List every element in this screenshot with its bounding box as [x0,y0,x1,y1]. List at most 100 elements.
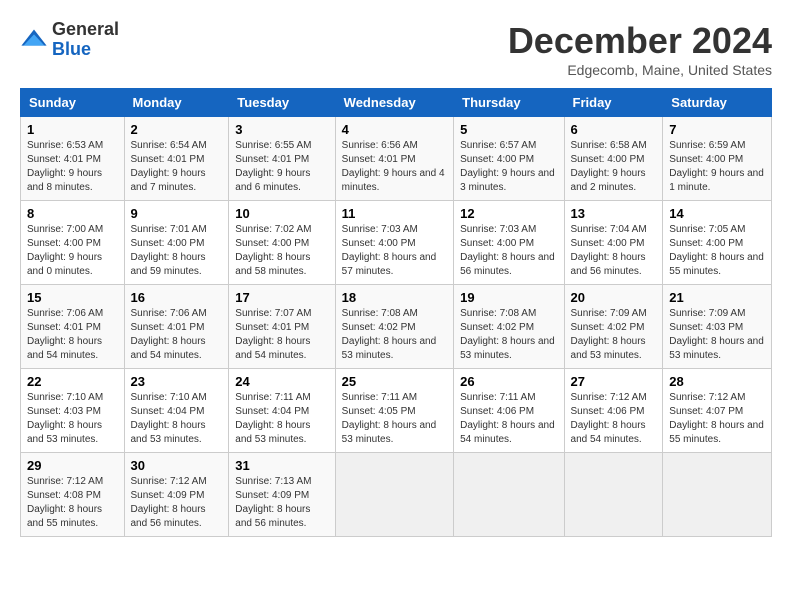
day-number: 30 [131,458,223,473]
day-cell: 15 Sunrise: 7:06 AMSunset: 4:01 PMDaylig… [21,285,125,369]
day-number: 29 [27,458,118,473]
logo-line2: Blue [52,40,119,60]
day-cell: 2 Sunrise: 6:54 AMSunset: 4:01 PMDayligh… [124,117,229,201]
day-info: Sunrise: 7:11 AMSunset: 4:04 PMDaylight:… [235,392,310,445]
day-cell: 18 Sunrise: 7:08 AMSunset: 4:02 PMDaylig… [335,285,453,369]
week-row-1: 1 Sunrise: 6:53 AMSunset: 4:01 PMDayligh… [21,117,772,201]
day-number: 10 [235,206,328,221]
day-number: 17 [235,290,328,305]
day-cell: 8 Sunrise: 7:00 AMSunset: 4:00 PMDayligh… [21,201,125,285]
day-info: Sunrise: 6:54 AMSunset: 4:01 PMDaylight:… [131,140,207,193]
day-cell: 28 Sunrise: 7:12 AMSunset: 4:07 PMDaylig… [663,369,772,453]
day-cell: 26 Sunrise: 7:11 AMSunset: 4:06 PMDaylig… [454,369,564,453]
day-info: Sunrise: 7:00 AMSunset: 4:00 PMDaylight:… [27,224,103,277]
day-cell: 13 Sunrise: 7:04 AMSunset: 4:00 PMDaylig… [564,201,663,285]
day-info: Sunrise: 7:11 AMSunset: 4:05 PMDaylight:… [342,392,437,445]
day-cell: 19 Sunrise: 7:08 AMSunset: 4:02 PMDaylig… [454,285,564,369]
calendar-table: SundayMondayTuesdayWednesdayThursdayFrid… [20,88,772,537]
day-cell: 30 Sunrise: 7:12 AMSunset: 4:09 PMDaylig… [124,453,229,537]
day-number: 23 [131,374,223,389]
header-friday: Friday [564,89,663,117]
calendar-header-row: SundayMondayTuesdayWednesdayThursdayFrid… [21,89,772,117]
day-cell: 1 Sunrise: 6:53 AMSunset: 4:01 PMDayligh… [21,117,125,201]
day-number: 26 [460,374,557,389]
day-number: 6 [571,122,657,137]
day-info: Sunrise: 7:03 AMSunset: 4:00 PMDaylight:… [460,224,555,277]
day-number: 12 [460,206,557,221]
day-cell: 24 Sunrise: 7:11 AMSunset: 4:04 PMDaylig… [229,369,335,453]
day-number: 22 [27,374,118,389]
header: General Blue December 2024 Edgecomb, Mai… [20,20,772,78]
day-number: 1 [27,122,118,137]
week-row-5: 29 Sunrise: 7:12 AMSunset: 4:08 PMDaylig… [21,453,772,537]
day-cell: 16 Sunrise: 7:06 AMSunset: 4:01 PMDaylig… [124,285,229,369]
day-number: 19 [460,290,557,305]
logo-line1: General [52,20,119,40]
day-cell: 3 Sunrise: 6:55 AMSunset: 4:01 PMDayligh… [229,117,335,201]
day-cell: 9 Sunrise: 7:01 AMSunset: 4:00 PMDayligh… [124,201,229,285]
day-info: Sunrise: 7:09 AMSunset: 4:02 PMDaylight:… [571,308,647,361]
day-info: Sunrise: 7:04 AMSunset: 4:00 PMDaylight:… [571,224,647,277]
day-number: 3 [235,122,328,137]
day-info: Sunrise: 7:02 AMSunset: 4:00 PMDaylight:… [235,224,311,277]
day-cell [564,453,663,537]
day-cell: 6 Sunrise: 6:58 AMSunset: 4:00 PMDayligh… [564,117,663,201]
day-cell: 21 Sunrise: 7:09 AMSunset: 4:03 PMDaylig… [663,285,772,369]
day-cell: 23 Sunrise: 7:10 AMSunset: 4:04 PMDaylig… [124,369,229,453]
day-info: Sunrise: 6:58 AMSunset: 4:00 PMDaylight:… [571,140,647,193]
day-number: 14 [669,206,765,221]
day-cell: 22 Sunrise: 7:10 AMSunset: 4:03 PMDaylig… [21,369,125,453]
day-number: 24 [235,374,328,389]
day-cell: 14 Sunrise: 7:05 AMSunset: 4:00 PMDaylig… [663,201,772,285]
day-number: 20 [571,290,657,305]
day-number: 7 [669,122,765,137]
day-info: Sunrise: 7:07 AMSunset: 4:01 PMDaylight:… [235,308,311,361]
week-row-2: 8 Sunrise: 7:00 AMSunset: 4:00 PMDayligh… [21,201,772,285]
day-cell: 27 Sunrise: 7:12 AMSunset: 4:06 PMDaylig… [564,369,663,453]
day-cell: 7 Sunrise: 6:59 AMSunset: 4:00 PMDayligh… [663,117,772,201]
day-info: Sunrise: 7:12 AMSunset: 4:09 PMDaylight:… [131,476,207,529]
day-info: Sunrise: 7:12 AMSunset: 4:07 PMDaylight:… [669,392,764,445]
day-number: 9 [131,206,223,221]
day-number: 4 [342,122,447,137]
day-info: Sunrise: 6:55 AMSunset: 4:01 PMDaylight:… [235,140,311,193]
day-cell: 20 Sunrise: 7:09 AMSunset: 4:02 PMDaylig… [564,285,663,369]
day-cell: 10 Sunrise: 7:02 AMSunset: 4:00 PMDaylig… [229,201,335,285]
day-number: 11 [342,206,447,221]
day-number: 18 [342,290,447,305]
header-wednesday: Wednesday [335,89,453,117]
week-row-4: 22 Sunrise: 7:10 AMSunset: 4:03 PMDaylig… [21,369,772,453]
day-info: Sunrise: 6:57 AMSunset: 4:00 PMDaylight:… [460,140,555,193]
day-cell: 25 Sunrise: 7:11 AMSunset: 4:05 PMDaylig… [335,369,453,453]
header-thursday: Thursday [454,89,564,117]
day-info: Sunrise: 7:01 AMSunset: 4:00 PMDaylight:… [131,224,207,277]
logo: General Blue [20,20,119,60]
day-number: 27 [571,374,657,389]
day-cell: 31 Sunrise: 7:13 AMSunset: 4:09 PMDaylig… [229,453,335,537]
day-info: Sunrise: 7:10 AMSunset: 4:03 PMDaylight:… [27,392,103,445]
day-cell [454,453,564,537]
title-area: December 2024 Edgecomb, Maine, United St… [508,20,772,78]
day-cell: 4 Sunrise: 6:56 AMSunset: 4:01 PMDayligh… [335,117,453,201]
day-info: Sunrise: 7:11 AMSunset: 4:06 PMDaylight:… [460,392,555,445]
header-sunday: Sunday [21,89,125,117]
calendar-subtitle: Edgecomb, Maine, United States [508,62,772,78]
day-info: Sunrise: 7:12 AMSunset: 4:06 PMDaylight:… [571,392,647,445]
day-info: Sunrise: 6:53 AMSunset: 4:01 PMDaylight:… [27,140,103,193]
day-number: 13 [571,206,657,221]
day-info: Sunrise: 7:06 AMSunset: 4:01 PMDaylight:… [131,308,207,361]
day-info: Sunrise: 7:09 AMSunset: 4:03 PMDaylight:… [669,308,764,361]
day-number: 16 [131,290,223,305]
day-number: 2 [131,122,223,137]
day-info: Sunrise: 7:10 AMSunset: 4:04 PMDaylight:… [131,392,207,445]
day-cell: 29 Sunrise: 7:12 AMSunset: 4:08 PMDaylig… [21,453,125,537]
day-info: Sunrise: 7:12 AMSunset: 4:08 PMDaylight:… [27,476,103,529]
day-number: 28 [669,374,765,389]
day-number: 25 [342,374,447,389]
day-number: 21 [669,290,765,305]
day-number: 8 [27,206,118,221]
day-cell [335,453,453,537]
week-row-3: 15 Sunrise: 7:06 AMSunset: 4:01 PMDaylig… [21,285,772,369]
day-number: 31 [235,458,328,473]
day-info: Sunrise: 7:08 AMSunset: 4:02 PMDaylight:… [460,308,555,361]
